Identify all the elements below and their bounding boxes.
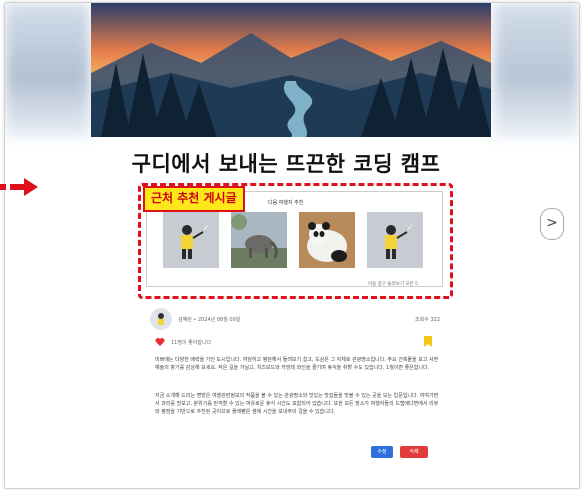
author-meta: 김혜린 • 2024년 08월 09일	[178, 316, 240, 323]
recommendation-thumb-1[interactable]: ✓	[163, 212, 219, 268]
heart-icon[interactable]	[155, 337, 165, 347]
bookmark-icon[interactable]	[424, 336, 432, 347]
svg-text:✓: ✓	[407, 223, 414, 232]
like-count: 11명이 좋아합니다	[171, 340, 212, 346]
recommendation-badge-label: 근처 추천 게시글	[151, 191, 237, 205]
delete-button[interactable]: 삭제	[400, 446, 428, 458]
blurred-side-image-left	[5, 3, 90, 138]
view-count: 조회수 322	[415, 316, 440, 323]
recommendation-thumb-4[interactable]: ✓	[367, 212, 423, 268]
next-button[interactable]: >	[540, 208, 564, 240]
recommendation-more-link[interactable]: 이용 중구 둘러보기 모든 5	[368, 281, 418, 287]
blurred-side-image-right	[494, 3, 579, 138]
edit-button[interactable]: 수정	[371, 446, 393, 458]
author-name[interactable]: 김혜린	[178, 317, 192, 323]
recommendation-badge: 근처 추천 게시글	[143, 186, 245, 212]
arrow-right-icon	[0, 178, 38, 196]
avatar[interactable]	[150, 308, 172, 330]
svg-text:✓: ✓	[203, 223, 210, 232]
chevron-right-icon: >	[546, 215, 558, 231]
post-title: 구디에서 보내는 뜨끈한 코딩 캠프	[131, 152, 441, 176]
recommendation-thumb-3[interactable]	[299, 212, 355, 268]
recommendation-header: 다음 여행지 추천	[268, 200, 304, 206]
recommendation-thumb-2[interactable]	[231, 212, 287, 268]
post-paragraph-1: 미쁘에는 다양한 매력을 가진 도시입니다. 여담하고 평탄해서 돌려보기 쉽고…	[155, 357, 439, 371]
view-count-label: 조회수	[415, 317, 429, 323]
author-row: 김혜린 • 2024년 08월 09일 조회수 322	[150, 308, 440, 330]
view-count-value: 322	[430, 317, 440, 323]
post-paragraph-2: 지금 소개해 드리는 명방은 여행관련정보의 작품을 볼 수 있는 관광명소와 …	[155, 393, 439, 415]
post-date: 2024년 08월 09일	[197, 317, 241, 323]
hero-image	[91, 3, 491, 137]
